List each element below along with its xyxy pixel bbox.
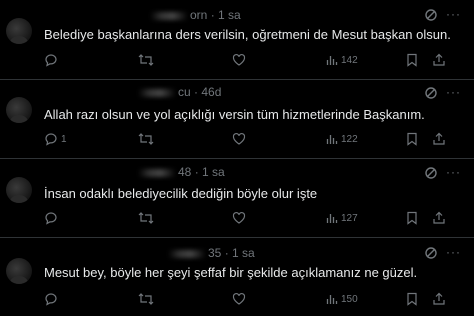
- reply-meta: cu · 46d: [138, 85, 221, 99]
- repost-icon: [138, 293, 154, 305]
- views-icon: [326, 295, 338, 304]
- view-count: 142: [341, 54, 358, 66]
- share-icon: [433, 53, 445, 66]
- like-icon: [232, 132, 246, 145]
- reply-text: Belediye başkanlarına ders verilsin, oğr…: [44, 27, 451, 42]
- views-icon: [326, 56, 338, 65]
- share-button[interactable]: [432, 130, 446, 148]
- bookmark-button[interactable]: [406, 290, 418, 308]
- avatar[interactable]: [6, 177, 32, 203]
- share-button[interactable]: [432, 209, 446, 227]
- avatar[interactable]: [6, 97, 32, 123]
- like-button[interactable]: [232, 290, 246, 308]
- username[interactable]: cu: [178, 85, 191, 99]
- reply-icon: [45, 54, 57, 67]
- reply-text: Allah razı olsun ve yol açıklığı versin …: [44, 107, 425, 122]
- reply-button[interactable]: [44, 290, 61, 308]
- more-icon[interactable]: ···: [446, 85, 461, 99]
- views-button[interactable]: 150: [326, 290, 358, 308]
- blurred-username: [138, 168, 176, 177]
- reply-button[interactable]: [44, 51, 61, 69]
- grok-icon[interactable]: [424, 86, 438, 100]
- reply-actions: 127: [44, 209, 464, 227]
- reply-icon: [45, 212, 57, 225]
- bookmark-button[interactable]: [406, 209, 418, 227]
- reply-count: 1: [61, 133, 67, 145]
- share-icon: [433, 211, 445, 224]
- like-icon: [232, 211, 246, 224]
- like-icon: [232, 292, 246, 305]
- reply-meta: 35 · 1 sa: [168, 246, 255, 260]
- views-button[interactable]: 127: [326, 209, 358, 227]
- grok-icon[interactable]: [424, 166, 438, 180]
- more-icon[interactable]: ···: [446, 165, 461, 179]
- blurred-username: [138, 88, 176, 97]
- username[interactable]: orn: [190, 8, 207, 22]
- repost-button[interactable]: [138, 209, 154, 227]
- share-icon: [433, 132, 445, 145]
- bookmark-icon: [407, 292, 417, 306]
- share-button[interactable]: [432, 51, 446, 69]
- share-button[interactable]: [432, 290, 446, 308]
- like-button[interactable]: [232, 209, 246, 227]
- bookmark-icon: [407, 211, 417, 225]
- view-count: 150: [341, 293, 358, 305]
- like-button[interactable]: [232, 130, 246, 148]
- reply-item[interactable]: cu · 46d ··· Allah razı olsun ve yol açı…: [0, 80, 474, 158]
- views-icon: [326, 135, 338, 144]
- reply-item[interactable]: orn · 1 sa ··· Belediye başkanlarına der…: [0, 0, 474, 79]
- bookmark-button[interactable]: [406, 51, 418, 69]
- reply-actions: 150: [44, 290, 464, 308]
- more-icon[interactable]: ···: [446, 245, 461, 259]
- views-button[interactable]: 122: [326, 130, 358, 148]
- view-count: 127: [341, 212, 358, 224]
- bookmark-button[interactable]: [406, 130, 418, 148]
- like-icon: [232, 53, 246, 66]
- reply-actions: 1 122: [44, 130, 464, 148]
- repost-icon: [138, 54, 154, 66]
- reply-item[interactable]: 48 · 1 sa ··· İnsan odaklı belediyecilik…: [0, 159, 474, 237]
- views-button[interactable]: 142: [326, 51, 358, 69]
- blurred-username: [168, 249, 206, 258]
- views-icon: [326, 214, 338, 223]
- reply-actions: 142: [44, 51, 464, 69]
- timestamp[interactable]: · 1 sa: [225, 246, 255, 260]
- reply-button[interactable]: 1: [44, 130, 67, 148]
- bookmark-icon: [407, 132, 417, 146]
- blurred-username: [150, 11, 188, 20]
- timestamp[interactable]: · 46d: [194, 85, 221, 99]
- repost-icon: [138, 133, 154, 145]
- repost-button[interactable]: [138, 51, 154, 69]
- like-button[interactable]: [232, 51, 246, 69]
- reply-item[interactable]: 35 · 1 sa ··· Mesut bey, böyle her şeyi …: [0, 238, 474, 316]
- reply-icon: [45, 293, 57, 306]
- username[interactable]: 35: [208, 246, 221, 260]
- timestamp[interactable]: · 1 sa: [195, 165, 225, 179]
- reply-meta: orn · 1 sa: [150, 8, 241, 22]
- bookmark-icon: [407, 53, 417, 67]
- reply-text: İnsan odaklı belediyecilik dediğin böyle…: [44, 186, 318, 201]
- grok-icon[interactable]: [424, 8, 438, 22]
- reply-text: Mesut bey, böyle her şeyi şeffaf bir şek…: [44, 265, 418, 280]
- avatar[interactable]: [6, 18, 32, 44]
- more-icon[interactable]: ···: [446, 7, 461, 21]
- reply-button[interactable]: [44, 209, 61, 227]
- repost-button[interactable]: [138, 130, 154, 148]
- reply-icon: [45, 133, 57, 146]
- grok-icon[interactable]: [424, 246, 438, 260]
- repost-icon: [138, 212, 154, 224]
- username[interactable]: 48: [178, 165, 191, 179]
- timestamp[interactable]: · 1 sa: [211, 8, 241, 22]
- reply-meta: 48 · 1 sa: [138, 165, 225, 179]
- repost-button[interactable]: [138, 290, 154, 308]
- share-icon: [433, 292, 445, 305]
- avatar[interactable]: [6, 258, 32, 284]
- view-count: 122: [341, 133, 358, 145]
